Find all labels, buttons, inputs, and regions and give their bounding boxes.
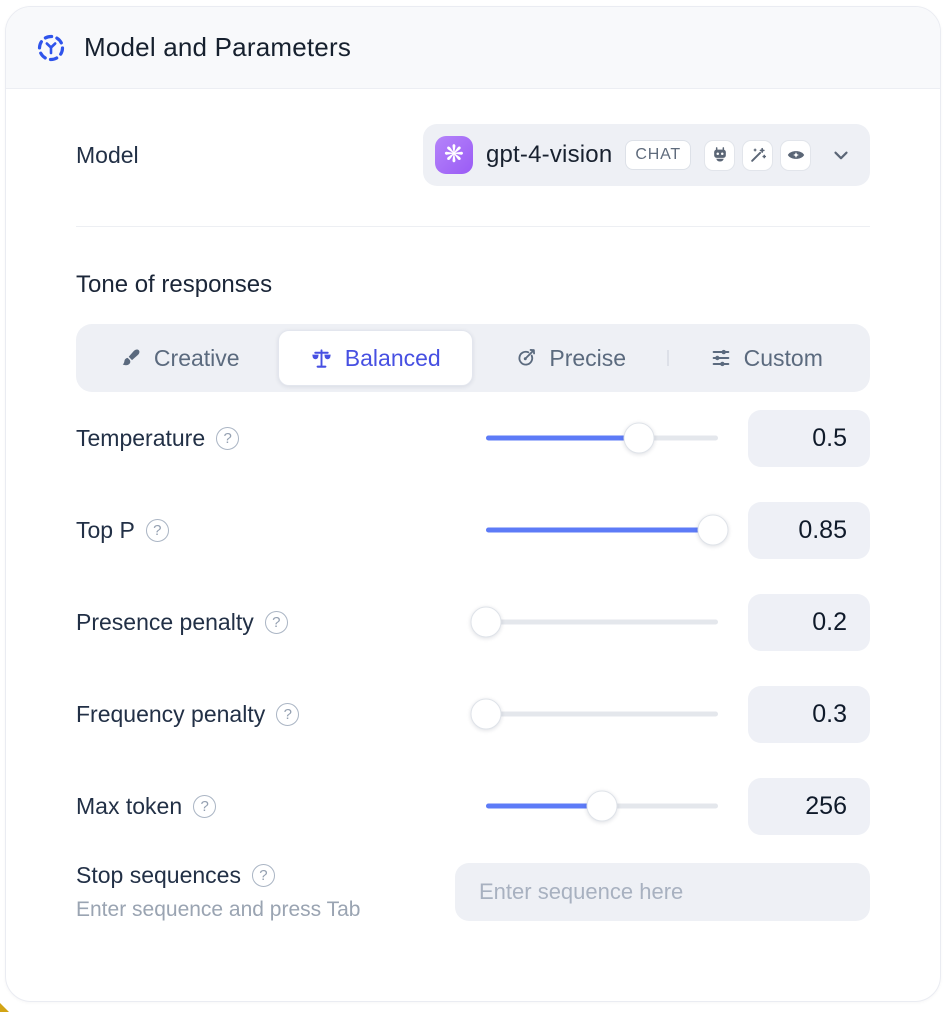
tone-option-balanced[interactable]: Balanced (278, 330, 474, 386)
model-select-dropdown[interactable]: ❋ gpt-4-vision CHAT (423, 124, 870, 186)
param-label: Temperature (76, 425, 205, 452)
top-p-slider[interactable] (486, 514, 718, 546)
stop-sequence-input[interactable] (455, 863, 870, 921)
eye-icon (780, 140, 811, 171)
tone-option-label: Balanced (345, 345, 441, 372)
tone-option-precise[interactable]: Precise (473, 330, 669, 386)
help-icon[interactable]: ? (276, 703, 299, 726)
tone-heading: Tone of responses (76, 271, 870, 299)
presence-penalty-value[interactable]: 0.2 (748, 594, 870, 651)
robot-icon (704, 140, 735, 171)
model-label: Model (76, 142, 139, 169)
stop-sequences-label: Stop sequences (76, 862, 241, 889)
tone-option-custom[interactable]: Custom (669, 330, 865, 386)
help-icon[interactable]: ? (193, 795, 216, 818)
tone-option-label: Custom (744, 345, 823, 372)
help-icon[interactable]: ? (146, 519, 169, 542)
slider-thumb[interactable] (471, 607, 502, 638)
slider-thumb[interactable] (471, 699, 502, 730)
help-icon[interactable]: ? (216, 427, 239, 450)
model-type-badge: CHAT (625, 140, 691, 170)
param-row-frequency-penalty: Frequency penalty ? 0.3 (76, 668, 870, 760)
slider-thumb[interactable] (698, 515, 729, 546)
panel-title: Model and Parameters (84, 32, 351, 63)
presence-penalty-slider[interactable] (486, 606, 718, 638)
frequency-penalty-value[interactable]: 0.3 (748, 686, 870, 743)
sliders-icon (710, 347, 732, 369)
section-divider (76, 226, 870, 227)
paintbrush-icon (120, 347, 142, 369)
target-arrow-icon (515, 347, 537, 369)
slider-track (486, 620, 718, 625)
top-p-value[interactable]: 0.85 (748, 502, 870, 559)
slider-thumb[interactable] (624, 423, 655, 454)
openai-logo-icon: ❋ (435, 136, 473, 174)
temperature-value[interactable]: 0.5 (748, 410, 870, 467)
chevron-down-icon (830, 144, 852, 166)
slider-track (486, 712, 718, 717)
tone-option-label: Creative (154, 345, 240, 372)
slider-fill (486, 528, 713, 533)
tone-option-creative[interactable]: Creative (82, 330, 278, 386)
dashed-circle-hub-icon (35, 32, 67, 64)
model-name: gpt-4-vision (486, 141, 612, 169)
background-corner-accent (0, 1003, 9, 1012)
balance-scale-icon (310, 347, 333, 370)
param-label: Top P (76, 517, 135, 544)
slider-thumb[interactable] (587, 791, 618, 822)
capability-chip-group (704, 140, 811, 171)
panel-header: Model and Parameters (6, 7, 940, 89)
param-label: Frequency penalty (76, 701, 265, 728)
slider-fill (486, 436, 639, 441)
tone-segmented-control: Creative Balanced (76, 324, 870, 392)
param-label: Presence penalty (76, 609, 254, 636)
param-label: Max token (76, 793, 182, 820)
stop-sequences-row: Stop sequences ? Enter sequence and pres… (76, 862, 870, 922)
help-icon[interactable]: ? (265, 611, 288, 634)
max-token-value[interactable]: 256 (748, 778, 870, 835)
model-parameters-panel: Model and Parameters Model ❋ gpt-4-visio… (5, 6, 941, 1002)
param-row-temperature: Temperature ? 0.5 (76, 392, 870, 484)
tone-option-label: Precise (549, 345, 626, 372)
param-row-top-p: Top P ? 0.85 (76, 484, 870, 576)
stop-sequences-helper-text: Enter sequence and press Tab (76, 898, 455, 922)
help-icon[interactable]: ? (252, 864, 275, 887)
param-row-presence-penalty: Presence penalty ? 0.2 (76, 576, 870, 668)
param-row-max-token: Max token ? 256 (76, 760, 870, 852)
temperature-slider[interactable] (486, 422, 718, 454)
slider-fill (486, 804, 602, 809)
max-token-slider[interactable] (486, 790, 718, 822)
model-row: Model ❋ gpt-4-vision CHAT (76, 124, 870, 186)
magic-wand-icon (742, 140, 773, 171)
frequency-penalty-slider[interactable] (486, 698, 718, 730)
